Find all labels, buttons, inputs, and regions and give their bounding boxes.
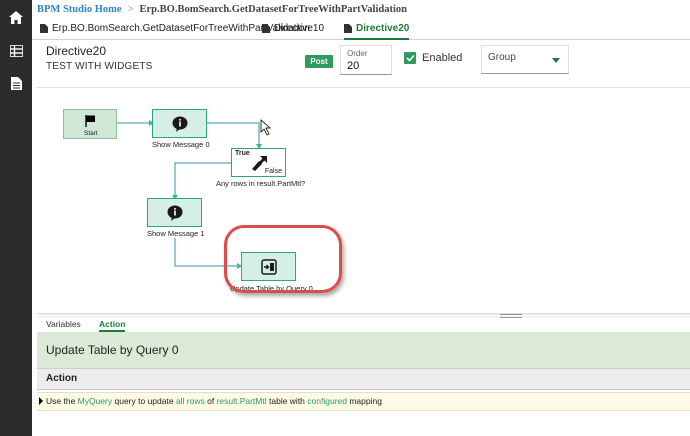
node-condition[interactable]: True False xyxy=(231,148,286,177)
node-show-message-0-label: Show Message 0 xyxy=(152,140,210,149)
post-badge: Post xyxy=(305,55,333,68)
order-value[interactable]: 20 xyxy=(347,60,359,72)
action-column-header: Action xyxy=(37,369,690,390)
action-panel: Update Table by Query 0 Action Use the M… xyxy=(37,332,690,436)
speech-bubble-icon xyxy=(172,116,187,132)
workflow-connectors xyxy=(117,119,272,269)
order-label: Order xyxy=(347,49,368,58)
breadcrumb-home-link[interactable]: BPM Studio Home xyxy=(37,4,122,15)
rows-link[interactable]: all rows xyxy=(176,396,205,406)
tab-label: Directive10 xyxy=(274,23,325,34)
check-icon xyxy=(405,54,415,62)
home-icon[interactable] xyxy=(0,2,32,32)
tab-variables[interactable]: Variables xyxy=(46,319,81,329)
node-show-message-0[interactable] xyxy=(152,109,207,138)
document-list-icon[interactable] xyxy=(0,68,32,98)
action-header-label: Action xyxy=(46,373,78,384)
breadcrumb: BPM Studio Home > Erp.BO.BomSearch.GetDa… xyxy=(32,0,690,18)
order-field[interactable]: Order 20 xyxy=(340,45,392,75)
mapping-link[interactable]: configured xyxy=(307,396,347,406)
directive-description: TEST WITH WIDGETS xyxy=(46,61,153,72)
breadcrumb-separator: > xyxy=(127,3,134,15)
breadcrumb-current: Erp.BO.BomSearch.GetDatasetForTreeWithPa… xyxy=(139,3,407,15)
query-link[interactable]: MyQuery xyxy=(78,396,112,406)
document-icon xyxy=(344,24,352,33)
tab-action[interactable]: Action xyxy=(99,319,126,332)
node-show-message-1-label: Show Message 1 xyxy=(147,229,205,238)
tab-directive10[interactable]: Directive10 xyxy=(262,19,324,38)
directive-header: Directive20 TEST WITH WIDGETS Post Order… xyxy=(32,40,690,82)
highlight-callout xyxy=(224,225,342,293)
action-title: Update Table by Query 0 xyxy=(46,343,179,357)
left-sidebar xyxy=(0,0,32,436)
tab-label: Directive20 xyxy=(356,23,410,34)
flag-icon xyxy=(85,115,95,127)
document-icon xyxy=(262,24,270,33)
enabled-label: Enabled xyxy=(422,52,463,64)
action-row[interactable]: Use the MyQuery query to update all rows… xyxy=(37,392,690,411)
node-start-label: Start xyxy=(84,130,98,137)
action-sentence: Use the MyQuery query to update all rows… xyxy=(46,396,382,406)
node-condition-label: Any rows in result.PartMtl? xyxy=(216,179,306,188)
bottom-tabs: Variables Action xyxy=(37,318,690,333)
group-select[interactable]: Group xyxy=(481,45,569,74)
document-icon xyxy=(40,24,48,33)
tab-directive20[interactable]: Directive20 xyxy=(344,19,410,40)
group-label: Group xyxy=(488,52,516,63)
enabled-checkbox[interactable] xyxy=(404,52,416,64)
mouse-cursor xyxy=(260,119,272,136)
row-caret-icon xyxy=(39,397,43,405)
document-tabs: Erp.BO.BomSearch.GetDatasetForTreeWithPa… xyxy=(32,19,690,40)
condition-true-label: True xyxy=(235,150,250,157)
speech-bubble-icon xyxy=(167,205,182,221)
node-show-message-1[interactable] xyxy=(147,198,202,227)
table-link[interactable]: result.PartMtl xyxy=(217,396,267,406)
directive-name: Directive20 xyxy=(46,44,107,58)
workflow-canvas[interactable]: Start Show Message 0 True False Any rows… xyxy=(37,87,690,314)
action-title-bar: Update Table by Query 0 xyxy=(37,332,690,369)
condition-false-label: False xyxy=(264,168,282,175)
chevron-down-icon[interactable] xyxy=(552,58,560,63)
node-start[interactable]: Start xyxy=(63,109,117,139)
enabled-toggle[interactable]: Enabled xyxy=(404,52,462,64)
grid-icon[interactable] xyxy=(0,36,32,66)
